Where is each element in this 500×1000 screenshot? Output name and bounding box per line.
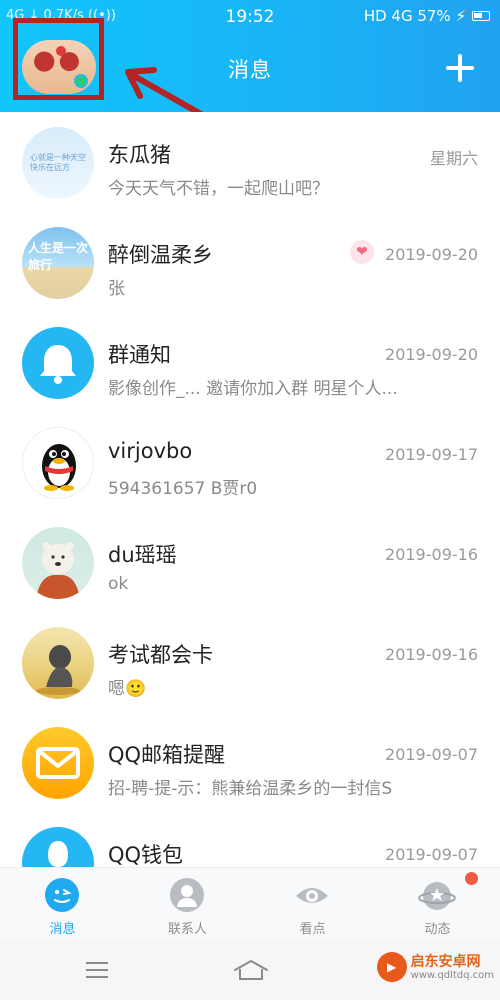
heart-icon: ❤	[350, 240, 374, 264]
message-time: 2019-09-20	[385, 345, 478, 364]
avatar-caption: 人生是一次旅行	[28, 241, 89, 272]
message-time: 2019-09-17	[385, 445, 478, 464]
tab-feed[interactable]: 动态	[375, 868, 500, 941]
conversation-row[interactable]: du瑶瑶 ok 2019-09-16	[0, 512, 500, 612]
avatar	[22, 427, 94, 499]
message-time: 2019-09-20	[385, 245, 478, 264]
bell-icon	[40, 345, 76, 384]
message-time: 2019-09-16	[385, 545, 478, 564]
home-icon[interactable]	[233, 958, 269, 982]
avatar	[22, 727, 94, 799]
eye-tab-icon	[296, 888, 328, 903]
mail-envelope-icon	[36, 747, 80, 779]
message-preview: ok	[108, 574, 129, 594]
avatar	[22, 327, 94, 399]
watermark-text: 启东安卓网 www.qdltdq.com	[411, 954, 494, 981]
conversation-name: 群通知	[108, 343, 171, 367]
conversation-row[interactable]: 心就是一种天空 快乐在远方 东瓜猪 今天天气不错，一起爬山吧？ 星期六	[0, 112, 500, 212]
avatar-caption: 心就是一种天空 快乐在远方	[30, 153, 86, 172]
tab-messages[interactable]: 消息	[0, 868, 125, 941]
tab-kandian[interactable]: 看点	[250, 868, 375, 941]
add-plus-icon[interactable]	[446, 54, 474, 82]
tab-label: 看点	[299, 922, 326, 937]
page-title: 消息	[228, 58, 272, 82]
conversation-row[interactable]: QQ邮箱提醒 招-聘-提-示：熊兼给温柔乡的一封信S 2019-09-07	[0, 712, 500, 812]
conversation-name: QQ邮箱提醒	[108, 743, 226, 767]
conversation-name: 醉倒温柔乡	[108, 243, 213, 267]
tab-contacts[interactable]: 联系人	[125, 868, 250, 941]
battery-text: HD 4G 57% ⚡	[363, 7, 466, 25]
star-planet-tab-icon	[418, 882, 456, 910]
message-time: 2019-09-07	[385, 845, 478, 864]
conversation-row[interactable]: 群通知 影像创作_... 邀请你加入群 明星个人... 2019-09-20	[0, 312, 500, 412]
conversation-name: 考试都会卡	[108, 643, 213, 667]
watermark-url: www.qdltdq.com	[410, 969, 494, 981]
message-time: 星期六	[429, 149, 478, 168]
conversation-name: du瑶瑶	[108, 543, 177, 567]
tab-label: 消息	[49, 922, 76, 937]
message-preview: 今天天气不错，一起爬山吧？	[108, 179, 329, 199]
conversation-row[interactable]: 考试都会卡 嗯🙂 2019-09-16	[0, 612, 500, 712]
avatar	[22, 627, 94, 699]
animal-photo-icon	[36, 645, 80, 695]
tab-label: 动态	[424, 922, 451, 937]
contacts-tab-icon	[170, 878, 204, 912]
message-time: 2019-09-16	[385, 645, 478, 664]
wallet-user-icon	[48, 841, 68, 867]
menu-icon[interactable]	[86, 962, 108, 978]
conversation-row[interactable]: 人生是一次旅行 醉倒温柔乡 张 ❤ 2019-09-20	[0, 212, 500, 312]
message-preview: 招-聘-提-示：熊兼给温柔乡的一封信S	[108, 779, 393, 799]
avatar: 心就是一种天空 快乐在远方	[22, 127, 94, 199]
conversation-name: virjovbo	[108, 439, 193, 463]
conversation-name: 东瓜猪	[108, 143, 171, 167]
watermark: ▶ 启东安卓网 www.qdltdq.com	[376, 952, 494, 982]
message-preview: 张	[108, 279, 125, 299]
watermark-logo-icon: ▶	[376, 952, 407, 982]
message-preview: 嗯🙂	[108, 679, 147, 699]
avatar: 人生是一次旅行	[22, 227, 94, 299]
notification-dot	[465, 872, 478, 885]
battery-icon	[472, 11, 490, 21]
message-tab-icon	[45, 878, 79, 912]
conversation-row[interactable]: QQ钱包 2019-09-07	[0, 812, 500, 867]
conversation-name: QQ钱包	[108, 843, 184, 867]
avatar	[22, 827, 94, 867]
polar-bear-icon	[36, 542, 80, 599]
system-nav-bar: ▶ 启东安卓网 www.qdltdq.com	[0, 940, 500, 1000]
top-header: 4G ↓ 0.7K/s ((•)) 19:52 HD 4G 57% ⚡ 消息	[0, 0, 500, 129]
message-list[interactable]: 心就是一种天空 快乐在远方 东瓜猪 今天天气不错，一起爬山吧？ 星期六 人生是一…	[0, 112, 500, 867]
qq-penguin-icon	[42, 444, 76, 491]
conversation-row[interactable]: virjovbo 594361657 B贾r0 2019-09-17	[0, 412, 500, 512]
bottom-tab-bar: 消息 联系人 看点 动态	[0, 867, 500, 940]
avatar	[22, 527, 94, 599]
watermark-name: 启东安卓网	[410, 953, 481, 970]
system-status: HD 4G 57% ⚡	[364, 7, 490, 25]
tab-label: 联系人	[167, 922, 207, 937]
message-preview: 影像创作_... 邀请你加入群 明星个人...	[108, 379, 398, 399]
message-time: 2019-09-07	[385, 745, 478, 764]
message-preview: 594361657 B贾r0	[108, 479, 258, 499]
